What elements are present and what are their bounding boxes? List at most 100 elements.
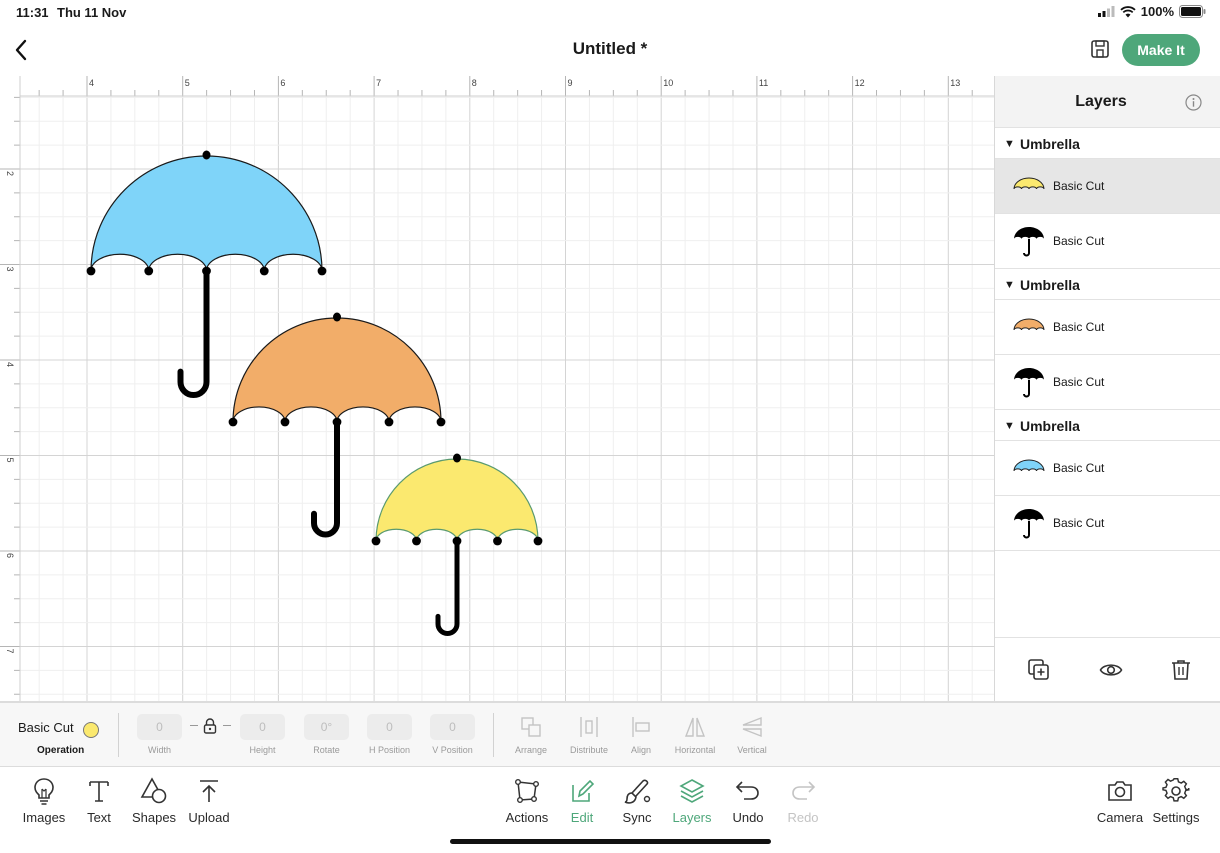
settings-label: Settings: [1152, 810, 1200, 825]
layers-button[interactable]: Layers: [660, 777, 724, 825]
width-label: Width: [147, 745, 171, 755]
ruler-top-label: 5: [185, 78, 190, 88]
lightbulb-icon: [34, 778, 54, 805]
ruler-left-label: 7: [5, 649, 15, 654]
delete-trash-icon[interactable]: [1169, 658, 1193, 682]
layers-header: Layers: [995, 76, 1220, 128]
status-date: Thu 11 Nov: [57, 5, 127, 20]
ruler-top-label: 6: [280, 78, 285, 88]
edit-pencil-icon: [572, 779, 595, 802]
make-it-button[interactable]: Make It: [1122, 34, 1200, 66]
layer-group-row[interactable]: ▼ Umbrella: [995, 269, 1220, 300]
disclosure-triangle-icon[interactable]: ▼: [1004, 279, 1015, 291]
layer-group-row[interactable]: ▼ Umbrella: [995, 410, 1220, 441]
height-input[interactable]: 0: [240, 714, 285, 740]
ruler-left-label: 6: [5, 553, 15, 558]
camera-button[interactable]: Camera: [1088, 777, 1152, 825]
status-bar: 11:31 Thu 11 Nov 100%: [0, 0, 1220, 24]
umbrella-canopy-icon: [1013, 177, 1045, 190]
actions-icon: [515, 779, 540, 804]
redo-button[interactable]: Redo: [771, 777, 835, 825]
upload-button[interactable]: Upload: [177, 777, 241, 825]
operation-caption: Operation: [37, 745, 85, 756]
align-label: Align: [630, 745, 651, 755]
canvas-grid: 4 5 6 7 8 9 10 11 12 13 2 3 4 5 6 7: [0, 76, 994, 701]
divider: [493, 713, 494, 757]
umbrella-icon: [1014, 509, 1044, 539]
layers-label: Layers: [672, 810, 712, 825]
redo-label: Redo: [787, 810, 819, 825]
shapes-icon: [140, 777, 167, 804]
flip-horizontal-icon[interactable]: [683, 715, 707, 739]
h-position-input[interactable]: 0: [367, 714, 412, 740]
v-position-input[interactable]: 0: [430, 714, 475, 740]
flip-vertical-icon[interactable]: [740, 715, 764, 739]
layer-item-label: Basic Cut: [1053, 461, 1105, 475]
upload-label: Upload: [188, 810, 230, 825]
layer-group-name: Umbrella: [1020, 418, 1080, 434]
align-icon[interactable]: [629, 715, 653, 739]
operation-color-swatch[interactable]: [83, 722, 99, 738]
operation-value[interactable]: Basic Cut: [18, 720, 74, 735]
top-bar: Untitled * Make It: [0, 24, 1220, 76]
width-input[interactable]: 0: [137, 714, 182, 740]
visibility-eye-icon[interactable]: [1099, 658, 1123, 682]
ruler-top-label: 11: [759, 78, 768, 88]
gear-icon: [1162, 778, 1190, 802]
ruler-left-label: 5: [5, 458, 15, 463]
layer-item-label: Basic Cut: [1053, 516, 1105, 530]
umbrella-shape[interactable]: [371, 453, 543, 636]
rotate-label: Rotate: [313, 745, 340, 755]
lock-icon[interactable]: [203, 718, 217, 734]
status-indicators: 100%: [1097, 4, 1206, 19]
layers-footer: [995, 637, 1220, 701]
distribute-label: Distribute: [569, 745, 608, 755]
camera-label: Camera: [1096, 810, 1144, 825]
layers-stack-icon: [679, 779, 705, 803]
layer-item[interactable]: Basic Cut: [995, 300, 1220, 355]
rotate-input[interactable]: 0°: [304, 714, 349, 740]
layer-group-name: Umbrella: [1020, 136, 1080, 152]
camera-icon: [1108, 781, 1132, 801]
battery-percent: 100%: [1140, 4, 1174, 19]
ruler-top-label: 4: [89, 78, 94, 88]
link-line: [223, 725, 231, 726]
horizontal-label: Horizontal: [674, 745, 716, 755]
duplicate-icon[interactable]: [1027, 658, 1051, 682]
disclosure-triangle-icon[interactable]: ▼: [1004, 420, 1015, 432]
layer-group-row[interactable]: ▼ Umbrella: [995, 128, 1220, 159]
arrange-icon[interactable]: [519, 715, 543, 739]
layer-item[interactable]: Basic Cut: [995, 355, 1220, 410]
layer-item-label: Basic Cut: [1053, 375, 1105, 389]
text-t-icon: [89, 781, 109, 802]
battery-icon: [1179, 5, 1206, 18]
document-title: Untitled *: [572, 39, 648, 58]
ruler-top-label: 12: [855, 78, 865, 88]
layer-item[interactable]: Basic Cut: [995, 496, 1220, 551]
ruler-top-label: 9: [568, 78, 573, 88]
distribute-icon[interactable]: [577, 715, 601, 739]
info-icon[interactable]: [1185, 94, 1202, 111]
ruler-top-label: 13: [950, 78, 960, 88]
ruler-top-label: 8: [472, 78, 477, 88]
save-button[interactable]: [1090, 39, 1112, 61]
umbrella-canopy-icon: [1013, 459, 1045, 472]
design-canvas[interactable]: 4 5 6 7 8 9 10 11 12 13 2 3 4 5 6 7: [0, 76, 994, 701]
sync-brush-icon: [624, 779, 651, 804]
ruler-top-label: 10: [663, 78, 673, 88]
edit-bar: Basic Cut Operation 0 Width 0 Height 0° …: [0, 701, 1220, 767]
layer-item[interactable]: Basic Cut: [995, 159, 1220, 214]
ruler-left-label: 2: [5, 171, 15, 176]
save-icon: [1091, 40, 1109, 58]
layer-item-label: Basic Cut: [1053, 234, 1105, 248]
upload-icon: [200, 780, 218, 802]
layer-item[interactable]: Basic Cut: [995, 441, 1220, 496]
settings-button[interactable]: Settings: [1144, 777, 1208, 825]
layer-item[interactable]: Basic Cut: [995, 214, 1220, 269]
disclosure-triangle-icon[interactable]: ▼: [1004, 138, 1015, 150]
layer-group-name: Umbrella: [1020, 277, 1080, 293]
ruler-top-label: 7: [376, 78, 381, 88]
v-position-label: V Position: [432, 745, 473, 755]
umbrella-icon: [1014, 368, 1044, 398]
h-position-label: H Position: [368, 745, 411, 755]
